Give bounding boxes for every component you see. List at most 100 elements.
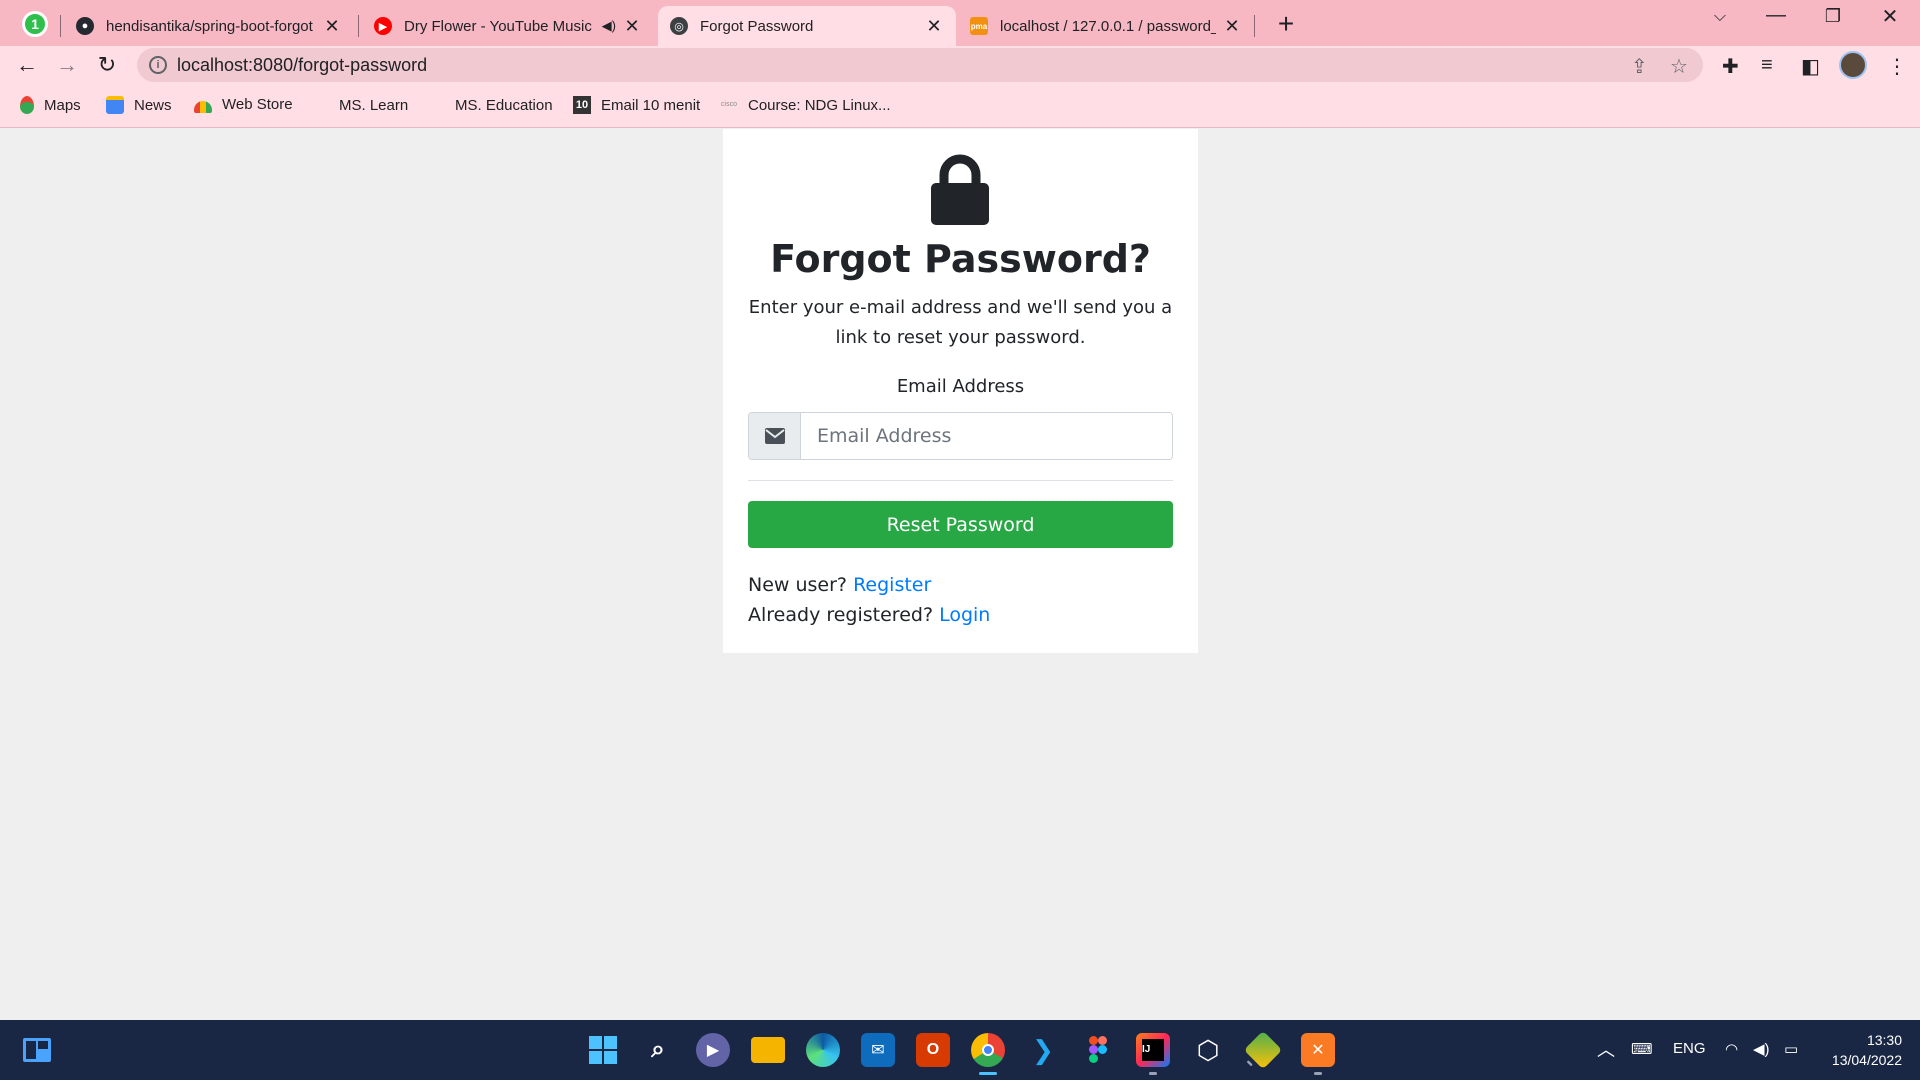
lock-icon [931, 154, 989, 225]
bookmark-ndg-linux[interactable]: cisco Course: NDG Linux... [720, 96, 891, 114]
bookmark-label: Course: NDG Linux... [748, 96, 891, 114]
address-bar[interactable]: i localhost:8080/forgot-password ⇪ ☆ [137, 48, 1703, 82]
email-input-group [748, 412, 1173, 460]
share-icon[interactable]: ⇪ [1631, 54, 1648, 79]
wifi-icon[interactable]: ◠ [1725, 1040, 1738, 1058]
site-info-icon[interactable]: i [149, 56, 167, 74]
tab-separator [358, 15, 359, 37]
google-news-icon [106, 96, 124, 114]
figma-icon[interactable] [1081, 1033, 1115, 1067]
menu-icon[interactable]: ⋮ [1887, 54, 1907, 79]
xampp-icon[interactable]: ✕ [1301, 1033, 1335, 1075]
taskbar: ⌕ ▶ ✉ O ❯ IJ ⬡ ✕ ︿ ⌨ ENG ◠ ◀) ▭ 13:30 13… [0, 1020, 1920, 1080]
chrome-icon[interactable] [971, 1033, 1005, 1075]
bookmark-web-store[interactable]: Web Store [194, 96, 293, 113]
microsoft-icon [427, 96, 445, 114]
new-user-text: New user? [748, 574, 848, 596]
bookmark-label: MS. Education [455, 96, 553, 114]
office-icon[interactable]: O [916, 1033, 950, 1067]
new-tab-button[interactable]: + [1271, 8, 1301, 40]
web-store-icon [194, 100, 212, 113]
extensions-icon[interactable]: ✚ [1722, 54, 1739, 79]
system-clock[interactable]: 13:30 13/04/2022 [1822, 1030, 1902, 1070]
tab-title: Dry Flower - YouTube Music [404, 17, 592, 35]
keyboard-icon[interactable]: ⌨ [1631, 1040, 1653, 1058]
language-indicator[interactable]: ENG [1673, 1040, 1706, 1057]
speaker-icon[interactable]: ◀) [602, 18, 616, 34]
close-icon[interactable]: ✕ [622, 16, 642, 37]
intellij-icon[interactable]: IJ [1136, 1033, 1170, 1075]
clock-date: 13/04/2022 [1831, 1052, 1902, 1068]
volume-icon[interactable]: ◀) [1753, 1040, 1770, 1058]
back-button[interactable]: ← [10, 48, 44, 82]
pinned-badge: 1 [31, 16, 39, 32]
tab-forgot-password[interactable]: ◎ Forgot Password ✕ [658, 6, 956, 46]
bookmark-ms-learn[interactable]: MS. Learn [311, 96, 408, 114]
bookmark-star-icon[interactable]: ☆ [1670, 54, 1688, 79]
edge-icon[interactable] [806, 1033, 840, 1067]
page-description: Enter your e-mail address and we'll send… [748, 297, 1173, 348]
battery-icon[interactable]: ▭ [1784, 1040, 1798, 1058]
tab-separator [1254, 15, 1255, 37]
file-explorer-icon[interactable] [751, 1037, 785, 1063]
divider [748, 480, 1173, 481]
teams-chat-icon[interactable]: ▶ [696, 1033, 730, 1067]
widgets-icon[interactable] [20, 1033, 54, 1067]
tab-strip: 1 ● hendisantika/spring-boot-forgot ✕ ▶ … [0, 0, 1920, 46]
search-icon[interactable]: ⌕ [641, 1033, 675, 1067]
page-title: Forgot Password? [770, 237, 1151, 281]
account-links: New user? Register Already registered? L… [748, 570, 990, 630]
virtualbox-icon[interactable]: ⬡ [1191, 1033, 1225, 1067]
email-field[interactable] [801, 413, 1172, 459]
avatar[interactable] [1839, 51, 1867, 79]
reset-password-button[interactable]: Reset Password [748, 501, 1173, 548]
git-icon[interactable] [1243, 1030, 1283, 1070]
close-icon[interactable]: ✕ [322, 16, 342, 37]
envelope-icon [749, 413, 801, 459]
bookmark-ms-education[interactable]: MS. Education [427, 96, 553, 114]
bookmark-maps[interactable]: Maps [20, 96, 81, 114]
close-icon[interactable]: ✕ [924, 16, 944, 37]
tab-title: localhost / 127.0.0.1 / password_ [1000, 17, 1216, 35]
bookmark-news[interactable]: News [106, 96, 172, 114]
bookmark-label: Maps [44, 96, 81, 114]
maps-pin-icon [20, 96, 34, 114]
forgot-password-card: Forgot Password? Enter your e-mail addre… [723, 129, 1198, 653]
tab-title: Forgot Password [700, 17, 814, 35]
bookmark-label: Web Store [222, 96, 293, 113]
vscode-icon[interactable]: ❯ [1026, 1033, 1060, 1067]
side-panel-icon[interactable]: ◧ [1801, 54, 1820, 79]
mail-icon[interactable]: ✉ [861, 1033, 895, 1067]
already-registered-text: Already registered? [748, 604, 934, 626]
register-link[interactable]: Register [853, 574, 931, 596]
github-icon: ● [76, 17, 94, 35]
restore-button[interactable]: ❐ [1813, 6, 1853, 27]
minimize-button[interactable]: — [1756, 4, 1796, 27]
forward-button[interactable]: → [50, 48, 84, 82]
tab-github[interactable]: ● hendisantika/spring-boot-forgot ✕ [64, 6, 354, 46]
browser-toolbar: ← → ↻ i localhost:8080/forgot-password ⇪… [0, 46, 1920, 84]
ten-icon: 10 [573, 96, 591, 114]
cisco-icon: cisco [721, 101, 737, 108]
chevron-up-icon[interactable]: ︿ [1597, 1036, 1615, 1062]
bookmark-label: Email 10 menit [601, 96, 701, 114]
bookmarks-bar: Maps News Web Store MS. Learn MS. Educat… [0, 84, 1920, 128]
email-label: Email Address [896, 376, 1025, 397]
bookmark-label: MS. Learn [339, 96, 409, 114]
tab-youtube-music[interactable]: ▶ Dry Flower - YouTube Music ◀) ✕ [362, 6, 654, 46]
close-window-button[interactable]: ✕ [1870, 4, 1910, 29]
login-link[interactable]: Login [939, 604, 990, 626]
pinned-tab-whatsapp[interactable]: 1 [22, 11, 48, 37]
tab-phpmyadmin[interactable]: pma localhost / 127.0.0.1 / password_ ✕ [958, 6, 1254, 46]
reload-button[interactable]: ↻ [90, 48, 124, 82]
bookmark-email-10-menit[interactable]: 10 Email 10 menit [573, 96, 700, 114]
close-icon[interactable]: ✕ [1222, 16, 1242, 37]
media-queue-icon[interactable]: ≡ [1761, 54, 1773, 77]
bookmark-label: News [134, 96, 172, 114]
tab-separator [60, 15, 61, 37]
tab-search-icon[interactable]: ⌵ [1700, 8, 1740, 26]
url-text[interactable]: localhost:8080/forgot-password [177, 55, 427, 76]
tab-title: hendisantika/spring-boot-forgot [106, 17, 313, 35]
start-icon[interactable] [586, 1033, 620, 1067]
globe-icon: ◎ [670, 17, 688, 35]
